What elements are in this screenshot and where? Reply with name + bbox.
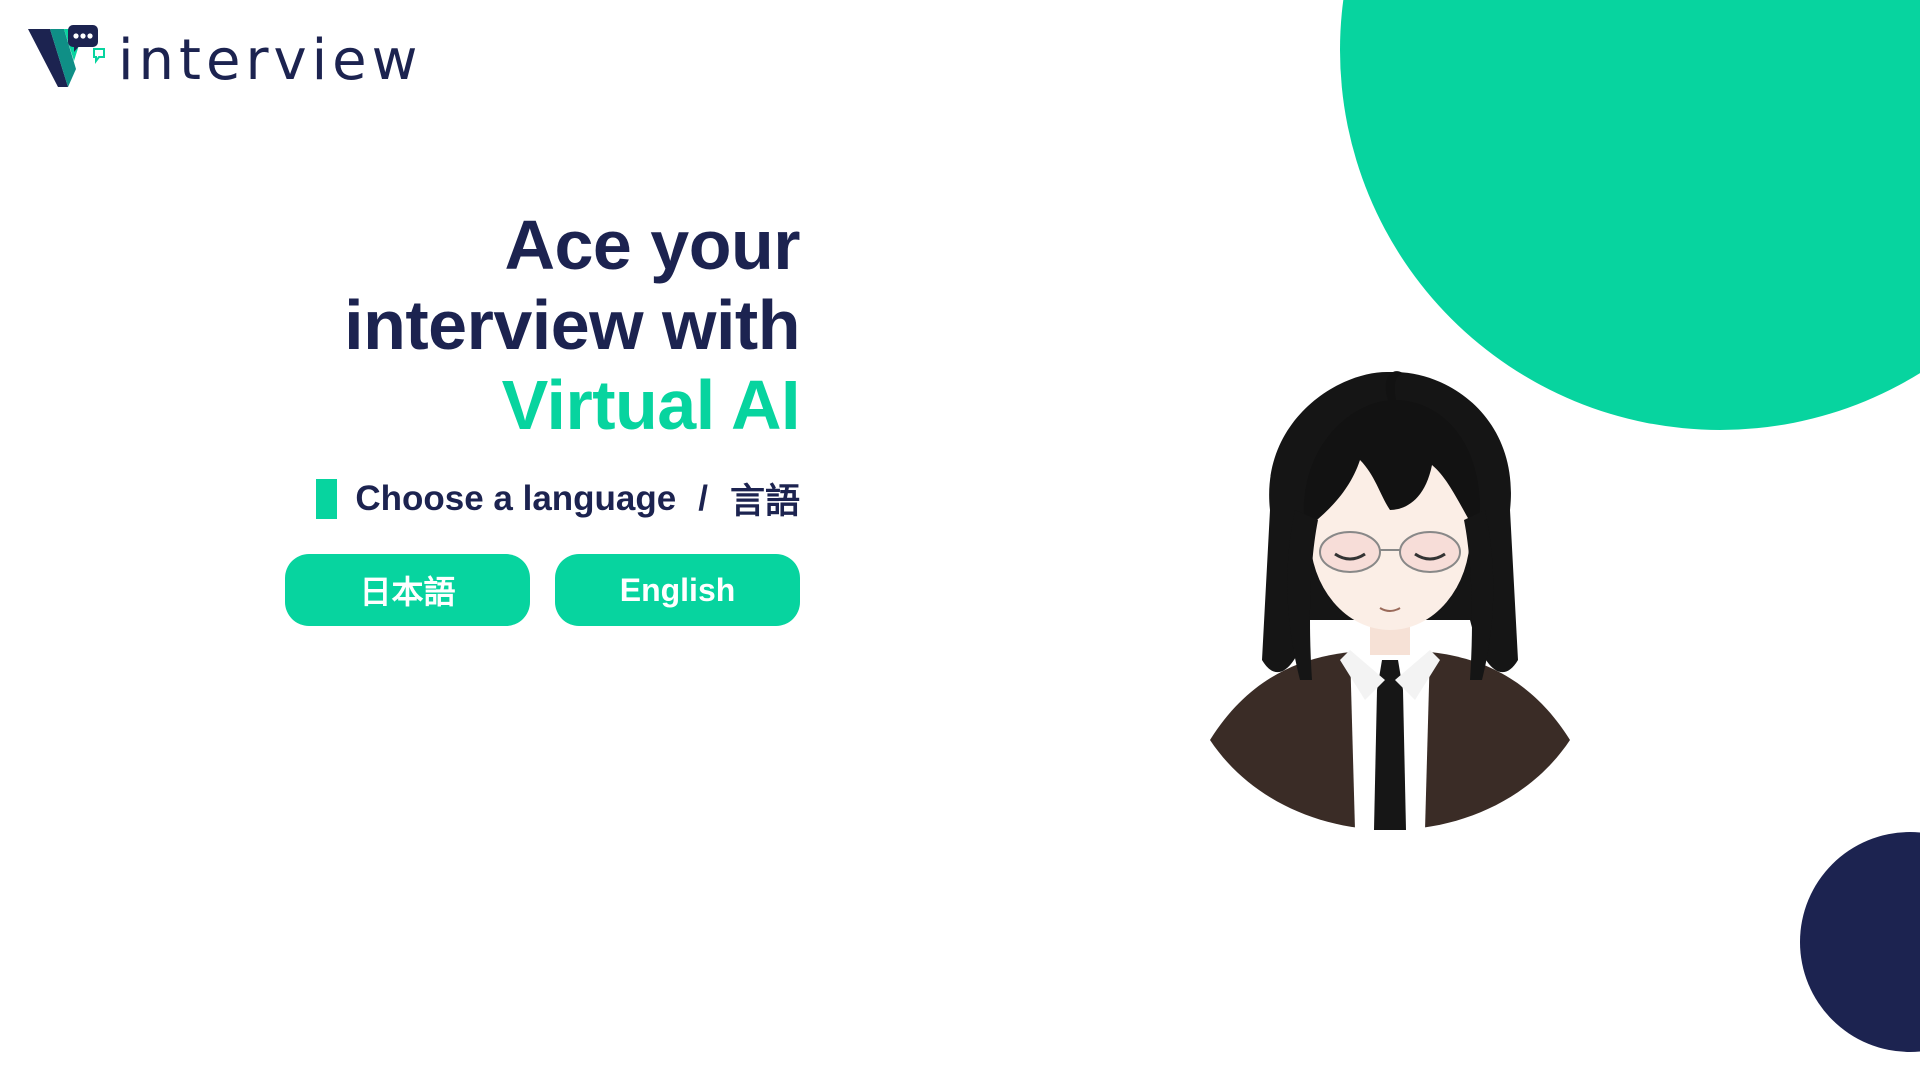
- decorative-navy-circle: [1800, 832, 1920, 1052]
- language-prompt-text: Choose a language: [355, 478, 677, 518]
- hero-headline: Ace your interview with Virtual AI: [344, 205, 800, 445]
- english-button[interactable]: English: [555, 554, 800, 626]
- language-prompt-separator: /: [698, 478, 708, 518]
- hero-line-2: interview with: [344, 286, 800, 364]
- japanese-button[interactable]: 日本語: [285, 554, 530, 626]
- hero-line-1: Ace your: [504, 206, 800, 284]
- language-button-group: 日本語 English: [285, 554, 800, 626]
- accent-bar: [316, 478, 338, 519]
- anime-avatar-icon: [1210, 371, 1570, 830]
- brand-logo[interactable]: interview: [28, 25, 422, 91]
- language-prompt-text-ja: 言語: [729, 482, 800, 521]
- speech-bubble-v-logo-icon: [28, 25, 105, 87]
- logo-wordmark: interview: [118, 28, 423, 93]
- language-prompt: Choose a language / 言語: [316, 473, 800, 524]
- hero-line-3-accent: Virtual AI: [501, 366, 801, 444]
- landing-page: interview Ace your interview with Virtua…: [0, 0, 1920, 1080]
